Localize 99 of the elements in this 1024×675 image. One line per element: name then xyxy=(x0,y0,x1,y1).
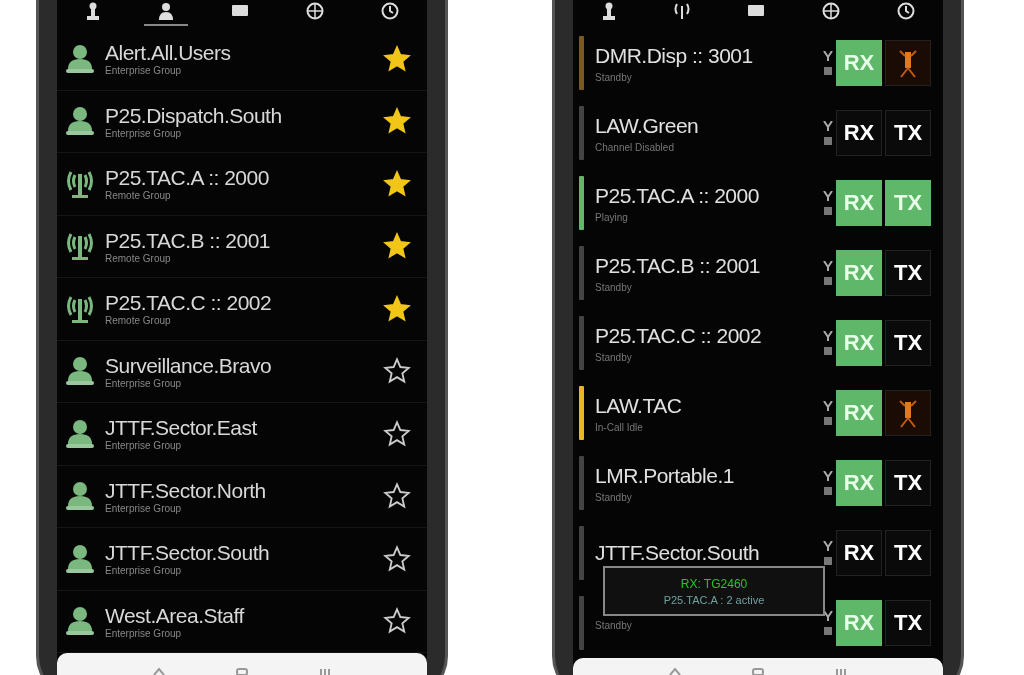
channel-row[interactable]: LAW.Green Channel Disabled RX TX xyxy=(573,98,943,168)
group-type: Enterprise Group xyxy=(105,440,183,452)
toast-title: RX: TG2460 xyxy=(680,576,748,591)
channel-name: LAW.Green xyxy=(595,113,700,138)
transmit-locked-button[interactable] xyxy=(885,40,931,86)
star-icon[interactable] xyxy=(383,107,411,136)
group-type: Remote Group xyxy=(105,315,172,327)
group-name: West.Area.Staff xyxy=(105,603,246,628)
radio-tower-icon xyxy=(897,48,919,78)
star-icon[interactable] xyxy=(383,44,411,73)
star-icon[interactable] xyxy=(383,294,411,323)
tx-button[interactable]: TX xyxy=(885,530,931,576)
group-icon xyxy=(63,105,97,138)
group-type: Remote Group xyxy=(105,252,172,264)
channel-name: DMR.Disp :: 3001 xyxy=(595,43,754,68)
group-row[interactable]: JTTF.Sector.North Enterprise Group xyxy=(57,465,427,528)
tx-button[interactable]: TX xyxy=(885,110,931,156)
star-icon[interactable] xyxy=(383,544,411,573)
back-icon[interactable] xyxy=(151,667,166,675)
group-icon xyxy=(63,355,97,388)
star-icon[interactable] xyxy=(383,482,411,511)
group-type: Enterprise Group xyxy=(105,127,183,139)
home-icon[interactable] xyxy=(235,667,249,675)
channel-status: In-Call Idle xyxy=(595,421,644,433)
channel-status: Channel Disabled xyxy=(595,141,675,153)
group-type: Enterprise Group xyxy=(105,65,183,77)
pawn-icon xyxy=(601,2,618,20)
recents-icon[interactable] xyxy=(318,667,333,675)
group-name: Surveillance.Bravo xyxy=(105,353,273,378)
channel-name: P25.TAC.A :: 2000 xyxy=(595,183,760,208)
antenna-icon xyxy=(674,2,691,20)
channel-status: Standby xyxy=(595,491,633,503)
channel-row[interactable]: DMR.Disp :: 3001 Standby RX xyxy=(573,28,943,98)
channel-status: Standby xyxy=(595,351,633,363)
group-row[interactable]: P25.Dispatch.South Enterprise Group xyxy=(57,90,427,153)
home-icon[interactable] xyxy=(751,667,765,675)
group-row[interactable]: P25.TAC.C :: 2002 Remote Group xyxy=(57,278,427,341)
channel-row[interactable]: LMR.Portable.1 Standby RX TX xyxy=(573,448,943,518)
tx-button[interactable]: TX xyxy=(885,600,931,646)
tx-button[interactable]: TX xyxy=(885,320,931,366)
channel-status: Standby xyxy=(595,281,633,293)
group-name: Alert.All.Users xyxy=(105,41,232,66)
group-icon xyxy=(63,480,97,513)
group-icon xyxy=(63,42,97,75)
group-row[interactable]: JTTF.Sector.South Enterprise Group xyxy=(57,528,427,591)
back-icon[interactable] xyxy=(667,667,682,675)
channel-status: Playing xyxy=(595,211,629,223)
group-type: Enterprise Group xyxy=(105,627,183,639)
channel-status: Standby xyxy=(595,619,633,631)
transmit-locked-button[interactable] xyxy=(885,390,931,436)
group-row[interactable]: Surveillance.Bravo Enterprise Group xyxy=(57,340,427,403)
group-icon xyxy=(63,605,97,638)
channel-row[interactable]: LAW.TAC In-Call Idle RX xyxy=(573,378,943,448)
group-row[interactable]: P25.TAC.A :: 2000 Remote Group xyxy=(57,153,427,216)
group-name: JTTF.Sector.North xyxy=(105,478,267,503)
star-icon[interactable] xyxy=(383,169,411,198)
tx-button[interactable]: TX xyxy=(885,250,931,296)
monitor-icon xyxy=(747,3,765,19)
channel-row[interactable]: P25.TAC.B :: 2001 Standby RX TX xyxy=(573,238,943,308)
globe-icon xyxy=(821,2,840,20)
monitor-icon xyxy=(231,3,249,19)
star-icon[interactable] xyxy=(383,607,411,636)
tx-button[interactable]: TX xyxy=(885,460,931,506)
group-row[interactable]: JTTF.Sector.East Enterprise Group xyxy=(57,403,427,466)
rx-button[interactable]: RX xyxy=(836,110,882,156)
group-type: Enterprise Group xyxy=(105,502,183,514)
star-icon[interactable] xyxy=(383,232,411,261)
group-name: P25.TAC.C :: 2002 xyxy=(105,291,273,316)
person-icon xyxy=(158,2,175,20)
channel-name: P25.TAC.B :: 2001 xyxy=(595,253,762,278)
pawn-icon xyxy=(85,2,102,20)
star-icon[interactable] xyxy=(383,357,411,386)
group-type: Enterprise Group xyxy=(105,565,183,577)
group-icon xyxy=(63,417,97,450)
group-name: P25.Dispatch.South xyxy=(105,103,283,128)
channel-name: LAW.TAC xyxy=(595,393,683,418)
globe-icon xyxy=(305,2,324,20)
group-name: P25.TAC.B :: 2001 xyxy=(105,228,272,253)
tab[interactable] xyxy=(144,0,189,26)
group-row[interactable]: P25.TAC.B :: 2001 Remote Group xyxy=(57,215,427,278)
group-row[interactable]: Alert.All.Users Enterprise Group xyxy=(57,28,427,91)
clock-icon xyxy=(896,2,915,20)
group-name: JTTF.Sector.South xyxy=(105,541,271,566)
group-icon xyxy=(63,542,97,575)
clock-icon xyxy=(380,2,399,20)
channel-name: LMR.Portable.1 xyxy=(595,463,735,488)
rx-button[interactable]: RX xyxy=(836,530,882,576)
group-name: P25.TAC.A :: 2000 xyxy=(105,166,270,191)
group-type: Remote Group xyxy=(105,190,172,202)
star-icon[interactable] xyxy=(383,419,411,448)
toast-detail: P25.TAC.A : 2 active xyxy=(663,593,765,606)
group-type: Enterprise Group xyxy=(105,377,183,389)
radio-tower-icon xyxy=(897,398,919,428)
group-name: JTTF.Sector.East xyxy=(105,416,258,441)
channel-name: P25.TAC.C :: 2002 xyxy=(595,323,763,348)
channel-name: JTTF.Sector.South xyxy=(595,541,761,565)
channel-row[interactable]: P25.TAC.C :: 2002 Standby RX TX xyxy=(573,308,943,378)
recents-icon[interactable] xyxy=(834,667,849,675)
channel-status: Standby xyxy=(595,71,633,83)
